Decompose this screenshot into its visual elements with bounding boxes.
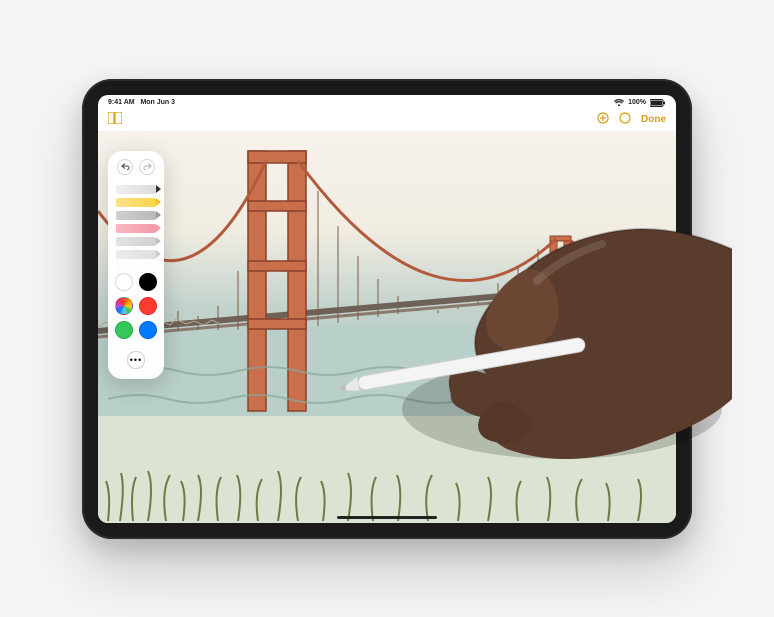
device-frame: 9:41 AM Mon Jun 3 100% — [82, 79, 692, 539]
swatch-white[interactable] — [115, 273, 133, 291]
drawing-canvas[interactable] — [98, 131, 676, 523]
status-time: 9:41 AM — [108, 99, 135, 106]
tool-ruler[interactable] — [116, 250, 156, 259]
swatch-black[interactable] — [139, 273, 157, 291]
status-bar: 9:41 AM Mon Jun 3 100% — [98, 95, 676, 109]
color-swatches — [115, 273, 157, 339]
tool-marker[interactable] — [116, 198, 156, 207]
ipad-bezel: 9:41 AM Mon Jun 3 100% — [82, 79, 692, 539]
tool-pen[interactable] — [116, 185, 156, 194]
swatch-red[interactable] — [139, 297, 157, 315]
tool-list — [116, 185, 156, 259]
screen: 9:41 AM Mon Jun 3 100% — [98, 95, 676, 523]
app-toolbar: Done — [98, 109, 676, 131]
tool-palette: ••• — [108, 151, 164, 379]
share-icon[interactable] — [597, 111, 609, 129]
ellipsis-icon: ••• — [130, 355, 142, 365]
status-right: 100% — [614, 99, 666, 107]
tool-lasso[interactable] — [116, 237, 156, 246]
battery-icon — [650, 99, 666, 107]
tool-pencil[interactable] — [116, 211, 156, 220]
redo-button[interactable] — [139, 159, 155, 175]
status-date: Mon Jun 3 — [140, 99, 175, 106]
new-note-icon[interactable] — [619, 111, 631, 129]
more-button[interactable]: ••• — [127, 351, 145, 369]
notes-list-icon[interactable] — [108, 111, 122, 129]
swatch-blue[interactable] — [139, 321, 157, 339]
tool-eraser[interactable] — [116, 224, 156, 233]
status-left: 9:41 AM Mon Jun 3 — [108, 99, 175, 106]
done-button[interactable]: Done — [641, 114, 666, 125]
bridge-illustration — [98, 131, 676, 523]
undo-icon — [121, 162, 130, 171]
home-indicator[interactable] — [337, 516, 437, 519]
wifi-icon — [614, 99, 624, 107]
swatch-green[interactable] — [115, 321, 133, 339]
undo-button[interactable] — [117, 159, 133, 175]
redo-icon — [143, 162, 152, 171]
swatch-color-picker[interactable] — [115, 297, 133, 315]
battery-pct: 100% — [628, 99, 646, 106]
